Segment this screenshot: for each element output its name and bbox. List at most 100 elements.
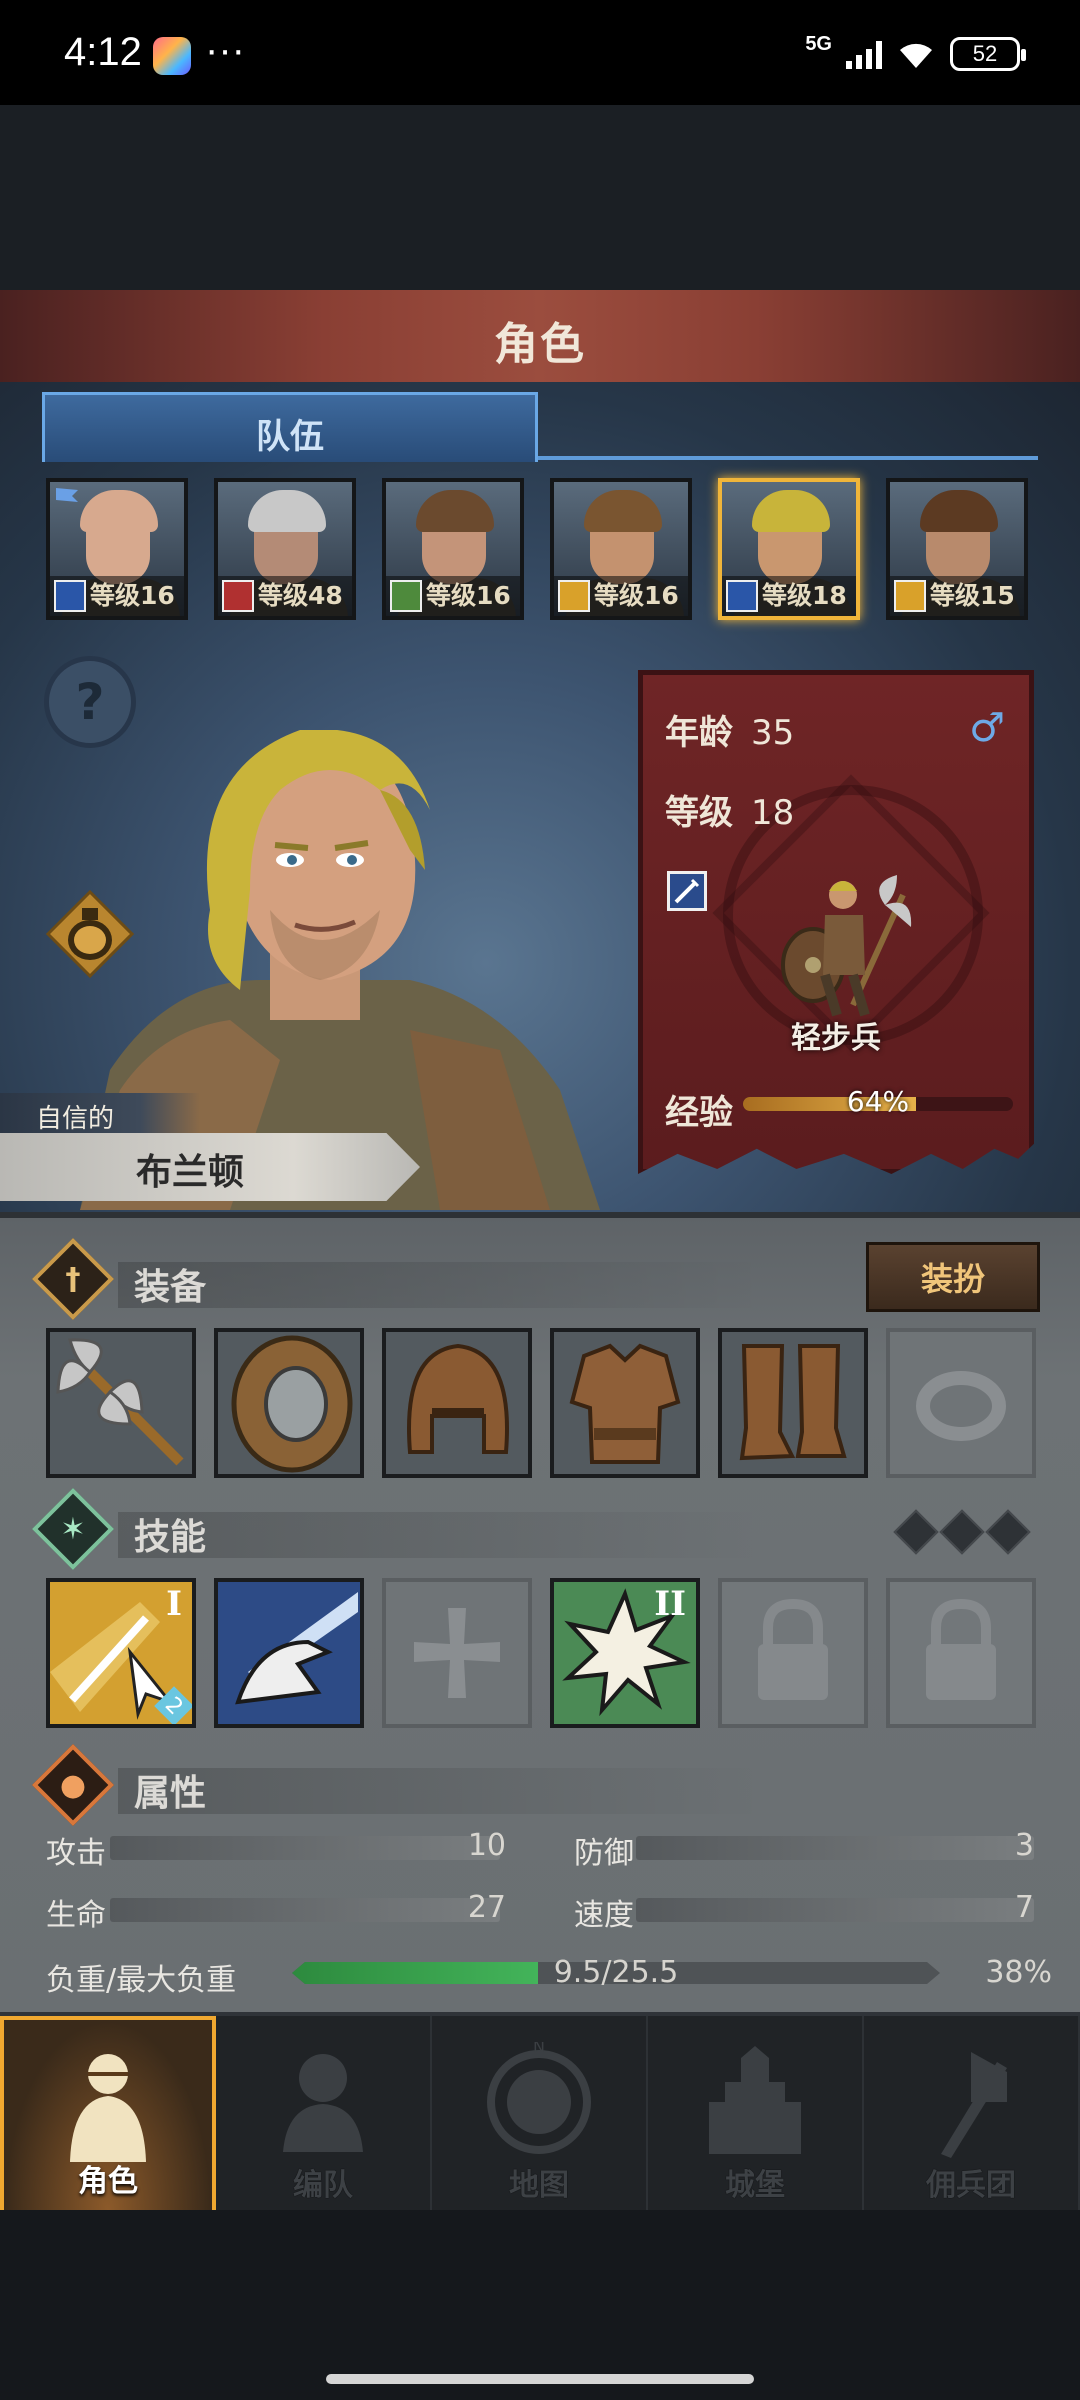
tab-team[interactable]: 队伍 [42, 392, 538, 462]
skills-header-strip [118, 1512, 768, 1558]
team-member-portrait[interactable]: 等级48 [214, 478, 356, 620]
page-title: 角色 [494, 319, 586, 370]
castle-icon [709, 2046, 801, 2154]
network-type: 5G [805, 32, 832, 55]
portrait-level: 等级16 [90, 581, 175, 610]
nav-mercenary-label: 佣兵团 [926, 2168, 1016, 2203]
ring-slot[interactable] [886, 1328, 1036, 1478]
weapon-slot[interactable] [46, 1328, 196, 1478]
nav-castle[interactable]: 城堡 [648, 2016, 864, 2214]
skill-slot-3[interactable] [382, 1578, 532, 1728]
equipment-title: 装备 [134, 1267, 207, 1308]
portrait-hair [80, 490, 158, 532]
trait-label: 自信的 [0, 1093, 200, 1134]
nav-map[interactable]: N 地图 [432, 2016, 648, 2214]
home-indicator[interactable] [326, 2374, 754, 2384]
nav-mercenary[interactable]: 佣兵团 [864, 2016, 1080, 2214]
male-gender-icon: ♂ [969, 705, 1005, 751]
shield-icon [218, 1332, 360, 1474]
level-value: 18 [751, 793, 795, 833]
mercenary-flag-icon [941, 2052, 1007, 2158]
defense-value: 3 [1014, 1828, 1034, 1863]
signal-icon [846, 39, 882, 69]
portrait-level: 等级48 [258, 581, 343, 610]
lock-icon [926, 1598, 996, 1700]
skill-tier: II [654, 1584, 686, 1624]
load-label: 负重/最大负重 [46, 1963, 237, 1998]
nav-character-label: 角色 [78, 2164, 138, 2199]
nav-formation[interactable]: 编队 [216, 2016, 432, 2214]
nav-castle-label: 城堡 [725, 2168, 785, 2203]
game-app-icon [153, 37, 191, 75]
nav-character[interactable]: 角色 [0, 2016, 216, 2214]
load-value: 9.5/25.5 [553, 1955, 679, 1990]
equipment-section-icon: † [31, 1237, 115, 1321]
wifi-icon [900, 43, 932, 68]
team-member-portrait[interactable]: 等级16 [46, 478, 188, 620]
equipment-header-strip [118, 1262, 768, 1308]
boots-slot[interactable] [718, 1328, 868, 1478]
hp-label: 生命 [46, 1898, 106, 1933]
axe-icon [50, 1332, 192, 1474]
portrait-level-bar: 等级48 [218, 576, 352, 616]
skills-header: ✶ 技能 [31, 1487, 838, 1571]
skill-points [893, 1509, 1031, 1555]
level-label: 等级 [665, 793, 733, 833]
boots-icon [722, 1332, 864, 1474]
armor-slot[interactable] [550, 1328, 700, 1478]
skill-slot-locked-1 [718, 1578, 868, 1728]
portrait-hair [920, 490, 998, 532]
nav-map-label: 地图 [509, 2168, 569, 2203]
status-more-icon: ··· [205, 28, 245, 72]
portrait-level-bar: 等级18 [722, 576, 856, 616]
defense-label: 防御 [574, 1836, 634, 1871]
team-member-portrait[interactable]: 等级16 [382, 478, 524, 620]
bottom-nav: 角色 编队 N 地图 城堡 佣兵团 [0, 2012, 1080, 2214]
map-compass-icon: N [487, 2042, 591, 2154]
exp-label: 经验 [665, 1093, 733, 1133]
portrait-level: 等级16 [426, 581, 511, 610]
crossbow-icon [390, 580, 422, 612]
question-mark-icon: ? [75, 673, 105, 731]
dress-up-button[interactable]: 装扮 [866, 1242, 1040, 1312]
helmet-icon [386, 1332, 528, 1474]
portrait-level-bar: 等级16 [50, 576, 184, 616]
title-banner: 角色 [0, 290, 1080, 386]
helmet-slot[interactable] [382, 1328, 532, 1478]
skill-slot-1[interactable]: I 2 [46, 1578, 196, 1728]
exp-percent: 64% [846, 1085, 910, 1118]
battery-level: 52 [972, 41, 998, 66]
attributes-header: ● 属性 [31, 1743, 838, 1827]
team-member-portrait[interactable]: 等级16 [550, 478, 692, 620]
portrait-level: 等级18 [762, 581, 847, 610]
shield-slot[interactable] [214, 1328, 364, 1478]
battery-icon: 52 [950, 37, 1026, 71]
load-percent: 38% [985, 1955, 1052, 1990]
attributes-title: 属性 [134, 1773, 207, 1814]
portrait-level-bar: 等级15 [890, 576, 1024, 616]
skill-slot-4[interactable]: II [550, 1578, 700, 1728]
name-banner[interactable]: 布兰顿 [0, 1133, 420, 1201]
age-value: 35 [751, 713, 795, 753]
sword-icon [54, 580, 86, 612]
sword-class-icon[interactable] [667, 871, 707, 911]
armor-icon [554, 1332, 696, 1474]
portrait-hair [248, 490, 326, 532]
formation-icon [283, 2054, 363, 2152]
status-time: 4:12 [64, 30, 142, 74]
team-member-portrait[interactable]: 等级18 [718, 478, 860, 620]
team-member-portrait[interactable]: 等级15 [886, 478, 1028, 620]
speed-value: 7 [1014, 1890, 1034, 1925]
speed-label: 速度 [574, 1898, 634, 1933]
attributes-section-icon: ● [31, 1743, 115, 1827]
trait-text: 自信的 [36, 1104, 115, 1134]
portrait-level-bar: 等级16 [386, 576, 520, 616]
skills-title: 技能 [134, 1517, 207, 1558]
svg-text:N: N [533, 2042, 545, 2056]
bottom-area [0, 2210, 1080, 2400]
skill-point-diamond [893, 1509, 939, 1555]
skill-slot-2[interactable] [214, 1578, 364, 1728]
skills-section-icon: ✶ [31, 1487, 115, 1571]
shield-icon [894, 580, 926, 612]
character-info-panel: 年龄 35 ♂ 等级 18 轻步兵 经验 64% [638, 670, 1034, 1174]
